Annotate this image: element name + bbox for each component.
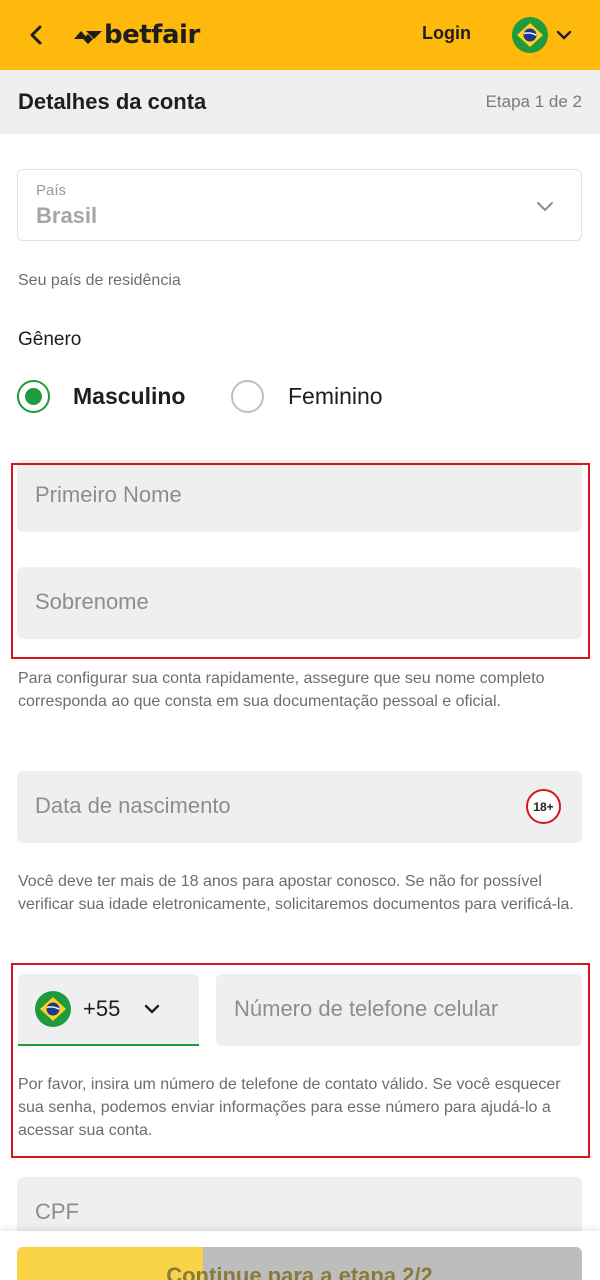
name-help-text: Para configurar sua conta rapidamente, a…	[18, 670, 545, 710]
country-label: País	[36, 182, 67, 199]
first-name-placeholder: Primeiro Nome	[35, 482, 182, 507]
gender-female-label: Feminino	[288, 383, 383, 409]
phone-country-code-select[interactable]: +55	[18, 974, 199, 1046]
section-header: Detalhes da conta Etapa 1 de 2	[0, 70, 600, 134]
phone-country-code: +55	[83, 996, 121, 1021]
date-of-birth-input[interactable]: Data de nascimento 18+	[17, 771, 582, 843]
top-bar: betfair Login	[0, 0, 600, 70]
radio-selected-icon	[17, 380, 50, 413]
logo-text: betfair	[104, 20, 200, 50]
country-value: Brasil	[36, 203, 98, 228]
age-18-badge-icon: 18+	[526, 789, 561, 824]
step-indicator: Etapa 1 de 2	[485, 92, 582, 111]
gender-male-label: Masculino	[73, 383, 186, 409]
first-name-input[interactable]: Primeiro Nome	[17, 460, 582, 532]
phone-help-text: Por favor, insira um número de telefone …	[18, 1076, 561, 1139]
cpf-placeholder: CPF	[35, 1199, 79, 1224]
login-link[interactable]: Login	[422, 23, 471, 44]
gender-label: Gênero	[18, 329, 82, 350]
phone-number-input[interactable]: Número de telefone celular	[216, 974, 582, 1046]
language-selector[interactable]	[512, 17, 573, 53]
sticky-footer: Continue para a etapa 2/2	[0, 1231, 600, 1280]
continue-button-label: Continue para a etapa 2/2	[166, 1263, 433, 1280]
country-select[interactable]: País Brasil	[17, 169, 582, 241]
dob-help-text: Você deve ter mais de 18 anos para apost…	[18, 873, 574, 913]
page-title: Detalhes da conta	[18, 89, 207, 114]
chevron-down-icon	[537, 202, 553, 211]
country-help-text: Seu país de residência	[18, 272, 181, 289]
brazil-flag-icon	[512, 17, 548, 53]
chevron-down-icon	[145, 1004, 160, 1014]
brazil-flag-icon	[35, 991, 71, 1027]
betfair-arrows-icon	[74, 31, 102, 44]
betfair-logo[interactable]: betfair	[74, 18, 200, 52]
last-name-input[interactable]: Sobrenome	[17, 567, 582, 639]
continue-button[interactable]: Continue para a etapa 2/2	[17, 1247, 582, 1280]
radio-unselected-icon	[231, 380, 264, 413]
phone-placeholder: Número de telefone celular	[234, 996, 499, 1021]
gender-female-radio[interactable]: Feminino	[231, 380, 383, 413]
gender-male-radio[interactable]: Masculino	[17, 380, 185, 413]
dob-placeholder: Data de nascimento	[35, 793, 231, 818]
last-name-placeholder: Sobrenome	[35, 589, 149, 614]
chevron-down-icon	[556, 30, 572, 40]
back-arrow-icon[interactable]	[22, 20, 52, 50]
